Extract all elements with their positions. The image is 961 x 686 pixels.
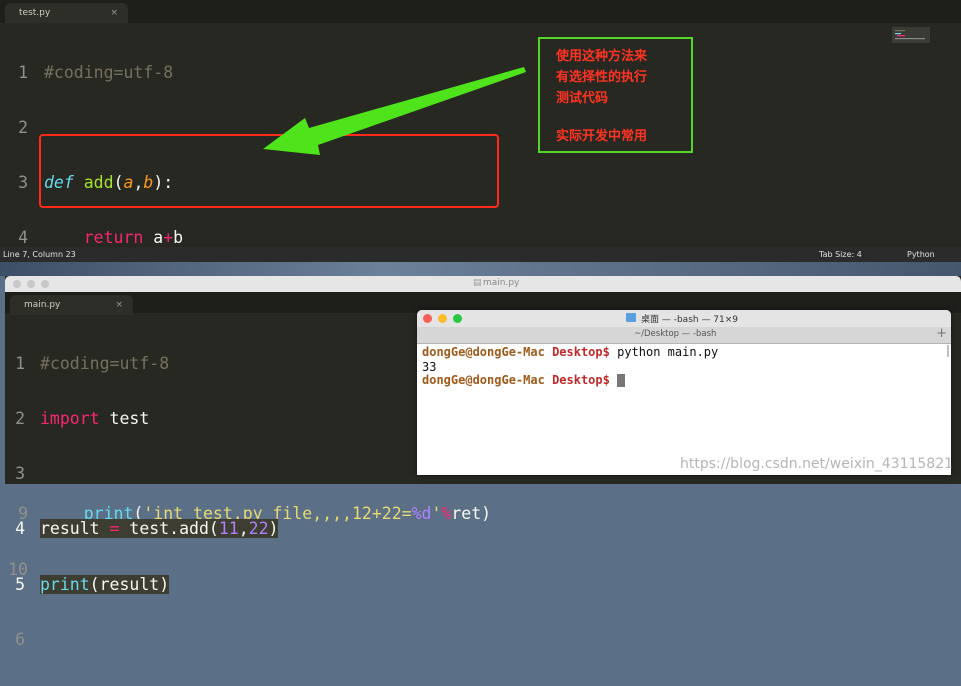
top-editor-window: test.py × 1 2 3 4 5 6 7 8 9 10 #coding=u… bbox=[0, 0, 961, 579]
close-window-button[interactable] bbox=[423, 314, 432, 323]
folder-icon bbox=[626, 313, 636, 322]
prompt-user: dongGe@dongGe-Mac bbox=[422, 345, 545, 359]
line-number: 5 bbox=[15, 574, 25, 594]
line-number: 3 bbox=[15, 464, 25, 484]
line-number: 4 bbox=[15, 519, 25, 539]
syntax-selector[interactable]: Python bbox=[907, 247, 935, 262]
terminal-window: 桌面 — -bash — 71×9 ~/Desktop — -bash + do… bbox=[417, 310, 951, 475]
window-title: main.py bbox=[483, 278, 520, 288]
watermark: https://blog.csdn.net/weixin_43115821 bbox=[680, 456, 954, 472]
window-titlebar[interactable]: ▤ main.py bbox=[5, 276, 961, 292]
terminal-title: 桌面 — -bash — 71×9 bbox=[641, 315, 739, 325]
add-tab-icon[interactable]: + bbox=[936, 326, 947, 341]
close-window-button[interactable] bbox=[13, 280, 21, 288]
terminal-line: dongGe@dongGe-Mac Desktop$ bbox=[422, 373, 626, 387]
zoom-window-button[interactable] bbox=[453, 314, 462, 323]
cursor-position: Line 7, Column 23 bbox=[3, 250, 76, 259]
terminal-line: dongGe@dongGe-Mac Desktop$ python main.p… bbox=[422, 345, 718, 359]
close-icon[interactable]: × bbox=[115, 295, 123, 315]
code-area[interactable]: #coding=utf-8 import test result = test.… bbox=[40, 318, 279, 686]
scrollbar[interactable] bbox=[947, 345, 949, 357]
zoom-window-button[interactable] bbox=[41, 280, 49, 288]
prompt-dir: Desktop$ bbox=[552, 345, 610, 359]
line-number: 2 bbox=[15, 409, 25, 429]
prompt-dir: Desktop$ bbox=[552, 373, 610, 387]
code-line: result = test.add(11,22) bbox=[40, 519, 279, 539]
minimize-window-button[interactable] bbox=[27, 280, 35, 288]
annotation-callout: 使用这种方法来 有选择性的执行 测试代码 实际开发中常用 bbox=[538, 37, 693, 153]
terminal-titlebar[interactable]: 桌面 — -bash — 71×9 bbox=[417, 310, 951, 327]
minimize-window-button[interactable] bbox=[438, 314, 447, 323]
code-line: print(result) bbox=[40, 574, 170, 594]
line-number: 6 bbox=[15, 629, 25, 649]
terminal-command: python main.py bbox=[617, 345, 719, 359]
terminal-tab[interactable]: ~/Desktop — -bash + bbox=[417, 326, 951, 344]
terminal-output: 33 bbox=[422, 360, 437, 374]
tab-size-selector[interactable]: Tab Size: 4 bbox=[819, 247, 862, 262]
status-bar: Line 7, Column 23 Tab Size: 4 Python bbox=[0, 247, 961, 262]
arrow-icon bbox=[263, 67, 526, 155]
prompt-user: dongGe@dongGe-Mac bbox=[422, 373, 545, 387]
tab-label: main.py bbox=[24, 300, 61, 310]
line-number-gutter: 1 2 3 4 5 6 bbox=[5, 318, 25, 686]
code-line: #coding=utf-8 bbox=[40, 353, 170, 373]
annotation-line: 测试代码 bbox=[556, 91, 609, 106]
annotation-line: 使用这种方法来 bbox=[556, 49, 648, 64]
annotation-line: 实际开发中常用 bbox=[556, 129, 648, 144]
terminal-cursor[interactable] bbox=[617, 374, 626, 387]
terminal-tab-title: ~/Desktop — -bash bbox=[634, 329, 717, 339]
annotation-line: 有选择性的执行 bbox=[556, 70, 648, 85]
code-line: import test bbox=[40, 409, 150, 429]
tab-main-py[interactable]: main.py × bbox=[10, 295, 133, 315]
file-icon: ▤ bbox=[473, 278, 482, 288]
line-number: 1 bbox=[15, 353, 25, 373]
desktop-background bbox=[0, 262, 961, 276]
